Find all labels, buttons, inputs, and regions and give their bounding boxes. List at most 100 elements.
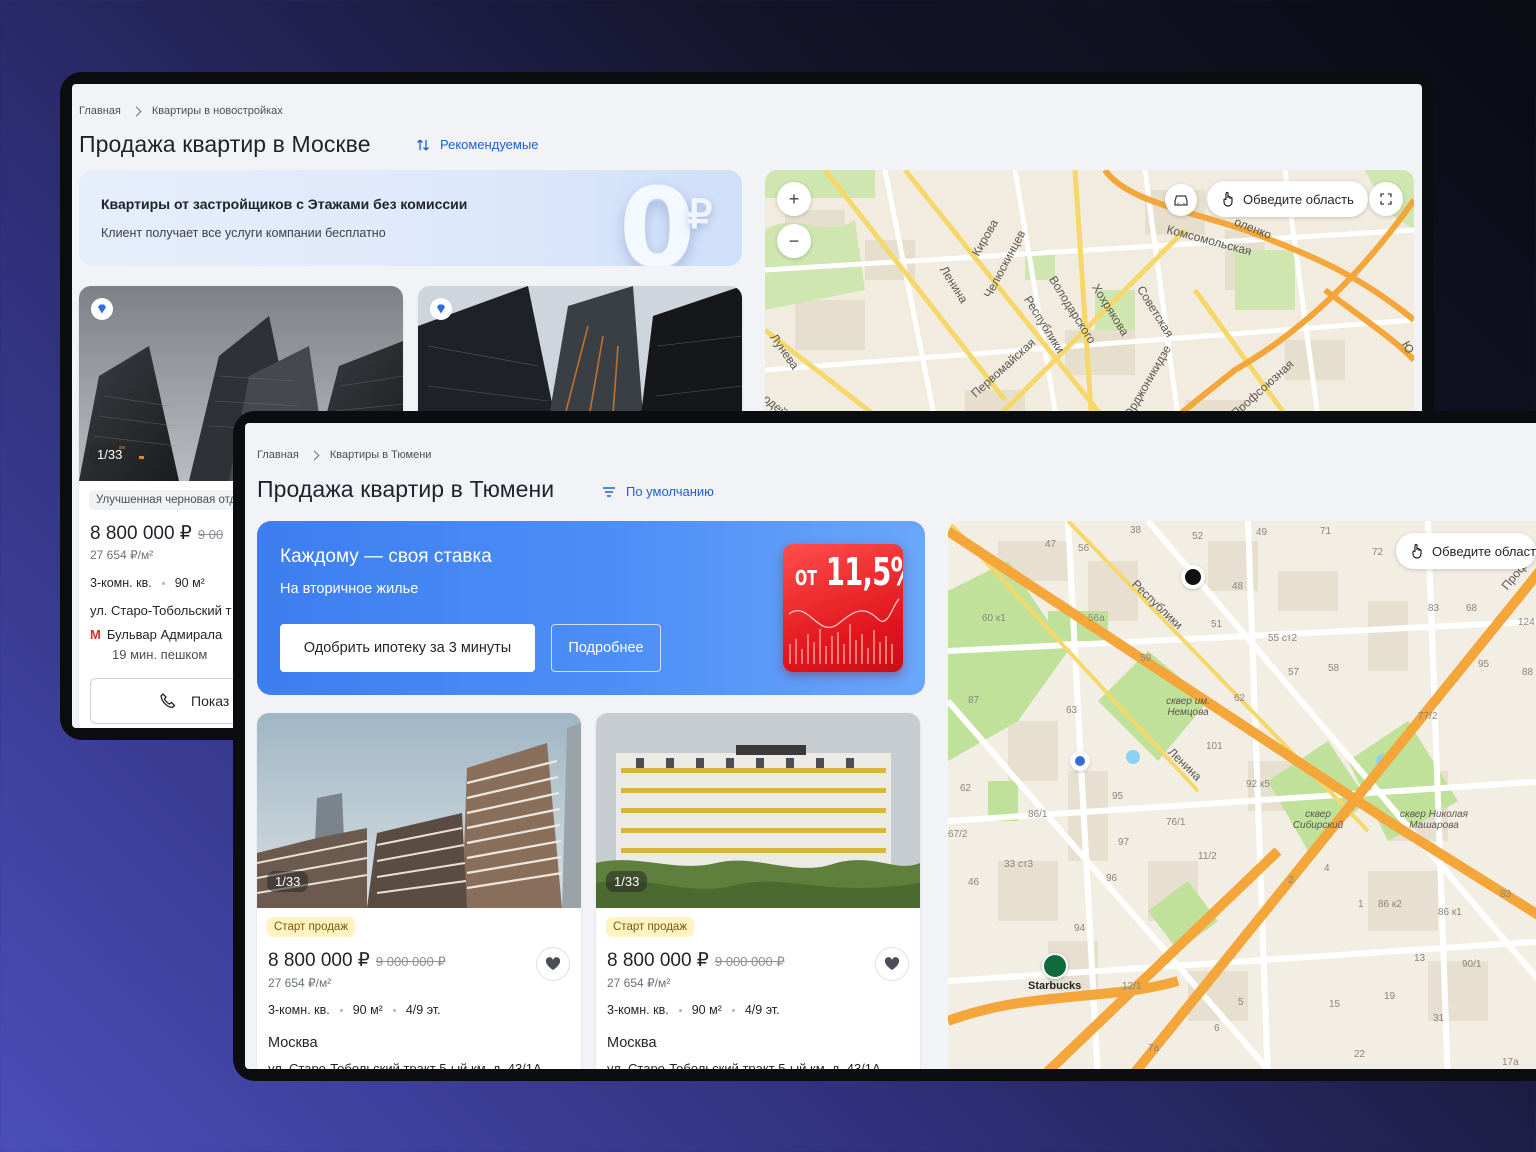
listing-card[interactable]: 1/33 Старт продаж 8 800 000 ₽ 9 000 000 ₽… bbox=[596, 713, 920, 1069]
zoom-out-button[interactable]: − bbox=[777, 224, 811, 258]
price-per-m2: 27 654 ₽/м² bbox=[90, 548, 154, 562]
house-number-label: 88 bbox=[1522, 667, 1534, 678]
house-number-label: 22 bbox=[1354, 1049, 1366, 1060]
house-number-label: 47 bbox=[1045, 539, 1057, 550]
zoom-in-button[interactable]: + bbox=[777, 182, 811, 216]
banner-title: Каждому — своя ставка bbox=[280, 546, 492, 567]
house-number-label: 31 bbox=[1433, 1013, 1445, 1024]
approve-mortgage-button[interactable]: Одобрить ипотеку за 3 минуты bbox=[280, 624, 535, 672]
house-number-label: 52 bbox=[1192, 531, 1204, 542]
old-price: 9 00 bbox=[197, 527, 224, 542]
house-number-label: 17а bbox=[1502, 1057, 1519, 1068]
draw-area-button[interactable]: Обведите область bbox=[1207, 181, 1368, 217]
house-number-label: 71 bbox=[1320, 526, 1332, 537]
banner-subtitle: На вторичное жилье bbox=[280, 581, 419, 597]
route-car-button[interactable] bbox=[1165, 184, 1197, 216]
promo-banner-mortgage[interactable]: Каждому — своя ставка На вторичное жилье… bbox=[257, 521, 925, 695]
breadcrumb-home[interactable]: Главная bbox=[79, 105, 121, 117]
house-number-label: 59 bbox=[1140, 653, 1152, 664]
promo-banner-no-commission[interactable]: Квартиры от застройщиков с Этажами без к… bbox=[79, 170, 742, 266]
page-title: Продажа квартир в Тюмени bbox=[257, 476, 555, 502]
page-title: Продажа квартир в Москве bbox=[79, 131, 371, 157]
person-poi-icon[interactable] bbox=[1070, 751, 1090, 771]
address: ул. Старо-Тобольский тракт 5-ый км, д. 4… bbox=[607, 1061, 881, 1069]
rooms: 3-комн. кв. bbox=[90, 576, 152, 590]
house-number-label: 76/1 bbox=[1166, 817, 1186, 828]
house-number-label: 94 bbox=[1074, 923, 1086, 934]
metro-name: Бульвар Адмирала bbox=[106, 627, 223, 642]
draw-area-button[interactable]: Обведите област bbox=[1396, 533, 1536, 569]
city: Москва bbox=[607, 1035, 657, 1051]
hand-pointer-icon bbox=[1412, 543, 1422, 559]
listing-photo[interactable]: 1/33 bbox=[596, 713, 920, 908]
price: 8 800 000 ₽ 9 000 000 ₽ bbox=[268, 949, 446, 972]
price-per-m2: 27 654 ₽/м² bbox=[268, 976, 332, 990]
apple-store-icon[interactable] bbox=[1181, 565, 1205, 589]
sales-start-tag: Старт продаж bbox=[606, 917, 695, 937]
draw-area-label: Обведите область bbox=[1243, 191, 1354, 207]
area: 90 м² bbox=[691, 1003, 722, 1017]
house-number-label: 13 bbox=[1414, 953, 1426, 964]
fullscreen-button[interactable] bbox=[1369, 182, 1403, 216]
floor: 4/9 эт. bbox=[744, 1003, 780, 1017]
zero-graphic: 0 bbox=[619, 170, 696, 266]
house-number-label: 67/2 bbox=[948, 829, 968, 840]
price-per-m2: 27 654 ₽/м² bbox=[607, 976, 671, 990]
sort-label: По умолчанию bbox=[626, 484, 714, 499]
house-number-label: 60 к1 bbox=[982, 613, 1006, 624]
hand-pointer-icon bbox=[1223, 191, 1233, 207]
breadcrumb-home[interactable]: Главная bbox=[257, 449, 299, 461]
old-price: 9 000 000 ₽ bbox=[375, 954, 446, 969]
walk-time: 19 мин. пешком bbox=[112, 647, 208, 662]
house-number-label: 12/1 bbox=[1122, 981, 1142, 992]
rooms: 3-комн. кв. bbox=[607, 1003, 669, 1017]
car-icon bbox=[1174, 195, 1188, 206]
specs: 3-комн. кв. 90 м² 4/9 эт. bbox=[607, 1003, 780, 1017]
current-price: 8 800 000 ₽ bbox=[607, 950, 709, 971]
photo-counter: 1/33 bbox=[267, 871, 309, 892]
favorite-button[interactable] bbox=[875, 947, 909, 981]
area: 90 м² bbox=[352, 1003, 383, 1017]
city: Москва bbox=[268, 1035, 318, 1051]
sales-start-tag: Старт продаж bbox=[267, 917, 356, 937]
fullscreen-icon bbox=[1380, 193, 1392, 205]
favorite-button[interactable] bbox=[536, 947, 570, 981]
house-number-label: 86/1 bbox=[1028, 809, 1048, 820]
breadcrumb: Главная Квартиры в новостройках bbox=[79, 105, 283, 117]
sort-button[interactable]: Рекомендуемые bbox=[416, 137, 538, 152]
house-number-label: 68 bbox=[1466, 603, 1478, 614]
address: ул. Старо-Тобольский т bbox=[90, 603, 232, 618]
current-price: 8 800 000 ₽ bbox=[268, 950, 370, 971]
breadcrumb-current[interactable]: Квартиры в новостройках bbox=[152, 105, 283, 117]
listing-photo[interactable]: 1/33 bbox=[257, 713, 581, 908]
listing-card[interactable]: 1/33 Старт продаж 8 800 000 ₽ 9 000 000 ₽… bbox=[257, 713, 581, 1069]
house-number-label: 19 bbox=[1384, 991, 1396, 1002]
sort-button[interactable]: По умолчанию bbox=[602, 484, 714, 499]
map-tyumen[interactable]: Республики Ленина Проф сквер им. Немцова… bbox=[948, 521, 1536, 1069]
finish-tag: Улучшенная черновая отд bbox=[89, 490, 244, 510]
separator bbox=[392, 1008, 396, 1012]
house-number-label: 72 bbox=[1372, 547, 1384, 558]
house-number-label: 90/1 bbox=[1462, 959, 1482, 970]
chevron-right-icon bbox=[309, 450, 320, 460]
house-number-label: 101 bbox=[1206, 741, 1223, 752]
house-number-label: 95 bbox=[1478, 659, 1490, 670]
more-info-button[interactable]: Подробнее bbox=[551, 624, 661, 672]
house-number-label: 62 bbox=[1234, 693, 1246, 704]
park-label: сквер Николая Машарова bbox=[1399, 809, 1468, 831]
breadcrumb-current[interactable]: Квартиры в Тюмени bbox=[330, 449, 432, 461]
separator bbox=[678, 1008, 682, 1012]
house-number-label: 1 bbox=[1358, 899, 1364, 910]
house-number-label: 56 bbox=[1078, 543, 1090, 554]
breadcrumb: Главная Квартиры в Тюмени bbox=[257, 449, 431, 461]
address: ул. Старо-Тобольский тракт 5-ый км, д. 4… bbox=[268, 1061, 542, 1069]
house-number-label: 4 bbox=[1324, 863, 1330, 874]
starbucks-icon[interactable] bbox=[1042, 953, 1068, 979]
specs: 3-комн. кв. 90 м² bbox=[90, 576, 205, 590]
house-number-label: 97 bbox=[1118, 837, 1130, 848]
house-number-label: 63 bbox=[1066, 705, 1078, 716]
metro-icon: М bbox=[90, 627, 101, 642]
house-number-label: 15 bbox=[1329, 999, 1341, 1010]
premium-gem-icon bbox=[430, 298, 452, 320]
house-number-label: 6 bbox=[1214, 1023, 1220, 1034]
